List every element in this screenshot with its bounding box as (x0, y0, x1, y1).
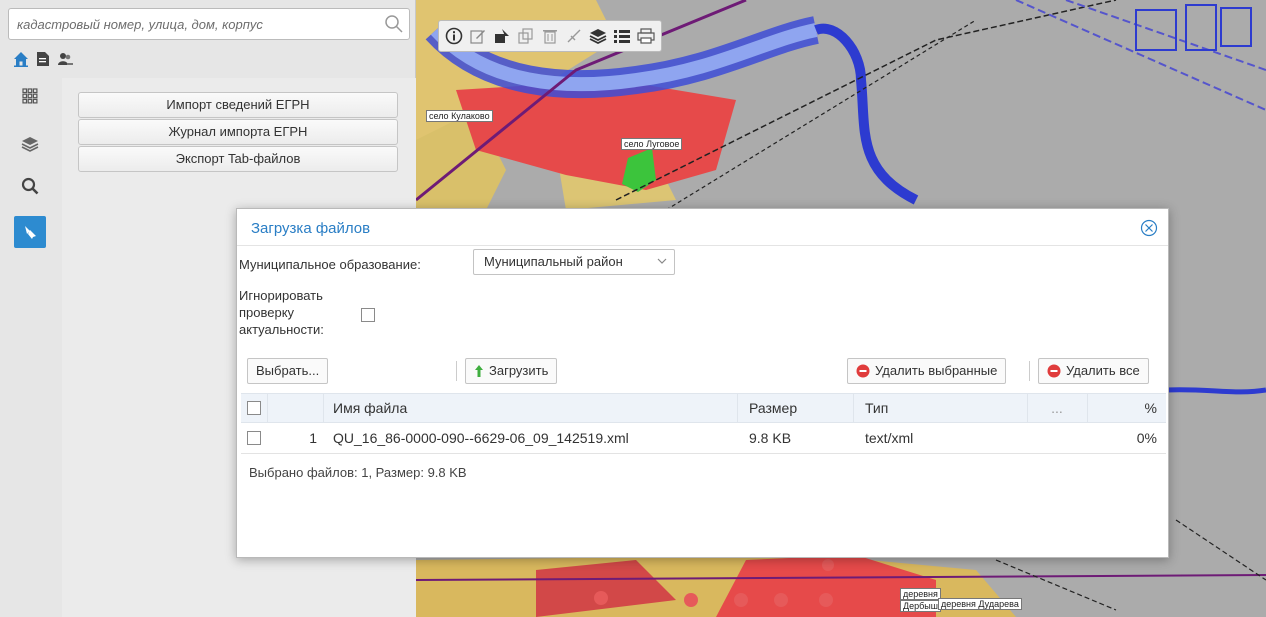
pin-icon[interactable] (14, 216, 46, 248)
import-log-button[interactable]: Журнал импорта ЕГРН (78, 119, 398, 145)
measure-icon[interactable] (491, 24, 513, 48)
search-nav-icon[interactable] (14, 170, 46, 202)
row-checkbox[interactable] (247, 431, 261, 445)
close-icon[interactable] (1140, 219, 1158, 237)
document-icon[interactable] (34, 50, 52, 68)
search-box (8, 8, 410, 40)
layers-icon[interactable] (14, 128, 46, 160)
home-icon[interactable] (12, 50, 30, 68)
draw-icon[interactable] (563, 24, 585, 48)
list-icon[interactable] (611, 24, 633, 48)
select-all-checkbox[interactable] (247, 401, 261, 415)
map-label-dudareva: деревня Дударева (938, 598, 1022, 610)
grid-icon[interactable] (14, 80, 46, 112)
layers-toolbar-icon[interactable] (587, 24, 609, 48)
dialog-header: Загрузка файлов (237, 209, 1168, 245)
arrow-up-icon (475, 365, 483, 377)
delete-selected-button[interactable]: Удалить выбранные (847, 358, 1007, 384)
municipality-select-value: Муниципальный район (484, 254, 623, 269)
dialog-title: Загрузка файлов (251, 220, 371, 237)
import-egrn-button[interactable]: Импорт сведений ЕГРН (78, 92, 398, 118)
delete-all-button[interactable]: Удалить все (1038, 358, 1149, 384)
col-type[interactable]: Тип (865, 394, 888, 422)
export-tab-button[interactable]: Экспорт Tab-файлов (78, 146, 398, 172)
toolbar-separator-2 (1029, 361, 1030, 381)
info-icon[interactable] (443, 24, 465, 48)
minus-circle-icon (856, 364, 870, 378)
map-label-kulakovo: село Кулаково (426, 110, 493, 122)
row-filename: QU_16_86-0000-090--6629-06_09_142519.xml (333, 430, 629, 446)
edit-icon[interactable] (467, 24, 489, 48)
copy-icon[interactable] (515, 24, 537, 48)
print-icon[interactable] (635, 24, 657, 48)
col-size[interactable]: Размер (749, 394, 797, 422)
dialog-divider (237, 245, 1168, 246)
row-percent: 0% (1136, 430, 1157, 446)
toolbar-separator (456, 361, 457, 381)
search-icon[interactable] (384, 14, 404, 34)
upload-dialog: Загрузка файлов Муниципальное образовани… (236, 208, 1169, 558)
table-header: Имя файла Размер Тип ... % (241, 393, 1166, 423)
map-toolbar (438, 20, 662, 52)
users-icon[interactable] (56, 50, 74, 68)
map-label-village-1: деревня (900, 588, 941, 600)
chevron-down-icon (656, 255, 668, 267)
vertical-nav (0, 78, 62, 617)
minus-circle-icon (1047, 364, 1061, 378)
row-type: text/xml (865, 430, 914, 446)
ignore-check-label: Игнорировать проверку актуальности: (239, 288, 324, 337)
delete-icon[interactable] (539, 24, 561, 48)
upload-button[interactable]: Загрузить (465, 358, 558, 384)
ignore-check-checkbox[interactable] (361, 308, 375, 322)
map-label-lugovoe: село Луговое (621, 138, 683, 150)
choose-button[interactable]: Выбрать... (247, 358, 329, 384)
col-filename[interactable]: Имя файла (333, 394, 407, 422)
mini-toolbar (12, 50, 74, 68)
municipality-select[interactable]: Муниципальный район (473, 249, 675, 275)
selection-summary: Выбрано файлов: 1, Размер: 9.8 KB (249, 465, 467, 480)
search-input[interactable] (8, 8, 410, 40)
row-size: 9.8 KB (749, 430, 792, 446)
municipality-label: Муниципальное образование: (239, 257, 421, 272)
map-label-derbysh: Дербыш (900, 600, 941, 612)
col-percent[interactable]: % (1087, 394, 1157, 422)
row-index: 1 (309, 430, 317, 446)
table-row[interactable]: 1 QU_16_86-0000-090--6629-06_09_142519.x… (241, 423, 1166, 454)
col-extra[interactable]: ... (1027, 394, 1087, 422)
